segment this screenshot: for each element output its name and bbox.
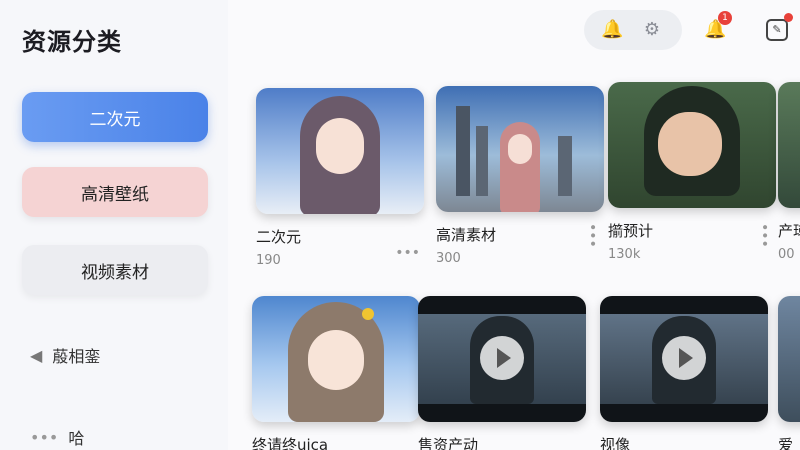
- card-thumb: [778, 296, 800, 422]
- card-subtitle: 300: [436, 251, 461, 266]
- sidebar-misc-label: 蒑相銮: [52, 347, 101, 366]
- card-thumb: [252, 296, 420, 422]
- card-thumb: [608, 82, 776, 208]
- card-video-2[interactable]: 视像: [600, 296, 768, 450]
- card-fourth[interactable]: 产琙 00: [778, 82, 800, 262]
- edit-icon[interactable]: ✎: [766, 19, 788, 41]
- bell-muted-icon[interactable]: 🔔: [601, 19, 623, 41]
- card-thumb: [436, 86, 604, 212]
- dots-icon: •••: [30, 427, 59, 447]
- card-thumb: [256, 88, 424, 214]
- sidebar-misc2-label: 哈: [68, 429, 85, 448]
- card-title: 视像: [600, 436, 631, 450]
- card-title: 售资产动: [418, 436, 479, 450]
- card-anime[interactable]: 二次元 190 •••: [256, 88, 424, 268]
- card-title: 产琙: [778, 222, 800, 240]
- card-subtitle: 130k: [608, 247, 641, 262]
- category-wallpaper-label: 高清壁纸: [81, 184, 149, 205]
- play-icon[interactable]: [662, 336, 706, 380]
- category-video[interactable]: 视频素材: [22, 245, 208, 295]
- speaker-icon: ◀: [30, 345, 43, 365]
- play-icon[interactable]: [480, 336, 524, 380]
- card-anime-2[interactable]: 终请终ujca: [252, 296, 420, 450]
- content-area: 🔔 ⚙ 🔔 1 ✎ 二次元 190 ••• 高清素材 300 ••• 擶预计 1…: [228, 0, 800, 450]
- card-video-3[interactable]: 爱: [778, 296, 800, 450]
- card-title: 高清素材: [436, 226, 497, 244]
- topbar-pill: [584, 10, 682, 50]
- more-icon[interactable]: •••: [584, 223, 600, 248]
- category-anime[interactable]: 二次元: [22, 92, 208, 142]
- category-anime-label: 二次元: [89, 109, 141, 130]
- sidebar-item-misc2[interactable]: ••• 哈: [30, 425, 84, 449]
- notification-badge: 1: [718, 11, 732, 25]
- card-subtitle: 00: [778, 247, 795, 262]
- card-video-1[interactable]: 售资产动: [418, 296, 586, 450]
- card-thumb[interactable]: [600, 296, 768, 422]
- edit-badge: [784, 13, 793, 22]
- card-title: 爱: [778, 436, 794, 450]
- card-thumb: [778, 82, 800, 208]
- sidebar: 资源分类 二次元 高清壁纸 视频素材 ◀ 蒑相銮 ••• 哈: [0, 0, 228, 450]
- category-video-label: 视频素材: [81, 262, 149, 283]
- category-wallpaper[interactable]: 高清壁纸: [22, 167, 208, 217]
- sidebar-item-misc[interactable]: ◀ 蒑相銮: [30, 343, 100, 367]
- card-title: 擶预计: [608, 222, 654, 240]
- gear-icon[interactable]: ⚙: [641, 19, 663, 41]
- card-hd[interactable]: 高清素材 300 •••: [436, 86, 604, 266]
- page-title: 资源分类: [22, 28, 122, 56]
- more-icon[interactable]: •••: [395, 245, 420, 261]
- card-third[interactable]: 擶预计 130k •••: [608, 82, 776, 262]
- card-title: 终请终ujca: [252, 436, 329, 450]
- card-title: 二次元: [256, 228, 302, 246]
- more-icon[interactable]: •••: [756, 223, 772, 248]
- card-thumb[interactable]: [418, 296, 586, 422]
